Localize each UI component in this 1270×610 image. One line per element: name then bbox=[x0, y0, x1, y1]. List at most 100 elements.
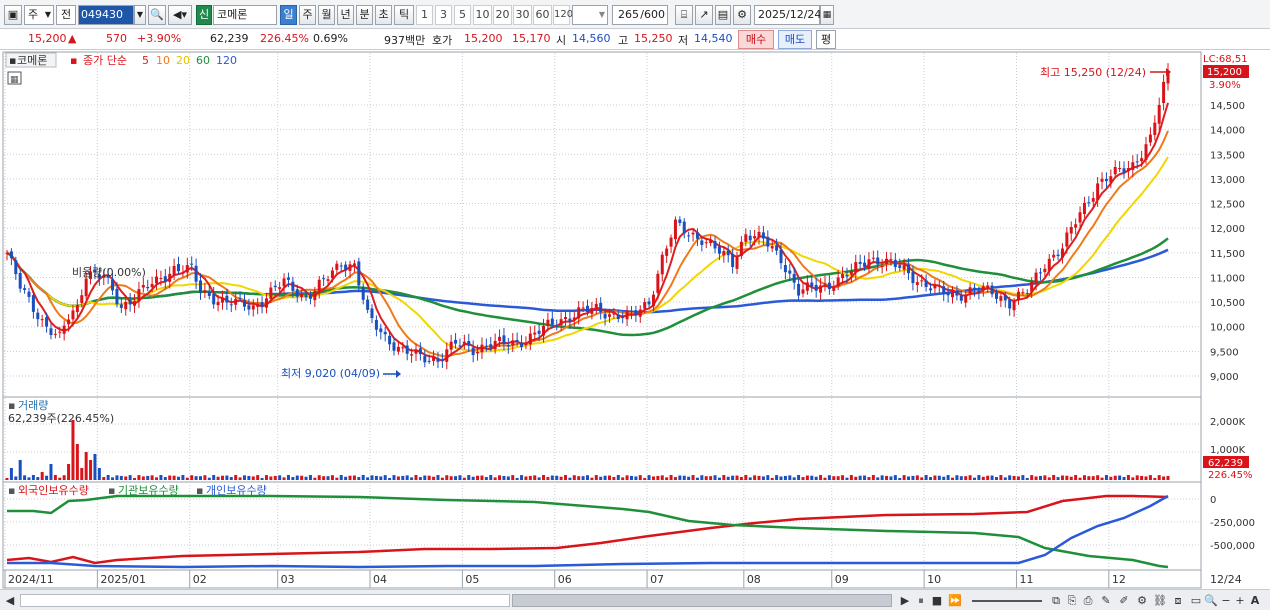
candle-body bbox=[282, 278, 286, 287]
copy-icon[interactable]: ⎘ bbox=[1064, 593, 1080, 608]
bar-count-field[interactable]: 265/600 bbox=[612, 5, 668, 25]
fast-forward-icon[interactable]: ⏩ bbox=[946, 593, 964, 608]
minute-5-button[interactable]: 5 bbox=[454, 5, 471, 25]
indicator-icon[interactable]: ↗ bbox=[695, 5, 713, 25]
period-type-select[interactable]: 주 ▼ bbox=[24, 5, 54, 25]
candle-body bbox=[656, 273, 660, 293]
search-icon[interactable]: 🔍 bbox=[148, 5, 166, 25]
chart-svg[interactable]: ▪ 코메론 ▪ 종가 단순 5 10 20 60 120 ▦ 최고 15,250… bbox=[0, 51, 1270, 589]
candle-body bbox=[229, 304, 233, 306]
volume-bar bbox=[155, 477, 159, 480]
volume-bar bbox=[981, 476, 985, 480]
candle-body bbox=[484, 345, 488, 347]
auto-scale-button[interactable]: A bbox=[1248, 593, 1262, 608]
candle-body bbox=[335, 263, 339, 270]
interval-second-button[interactable]: 초 bbox=[375, 5, 392, 25]
volume-ratio: 226.45% bbox=[260, 32, 309, 45]
candle-type-icon[interactable]: ⌸ bbox=[675, 5, 693, 25]
volume-bar bbox=[111, 477, 115, 480]
zoom-search-icon[interactable]: 🔍 bbox=[1204, 593, 1218, 608]
zoom-out-icon[interactable]: − bbox=[1220, 593, 1232, 608]
candle-body bbox=[920, 280, 924, 282]
buy-button[interactable]: 매수 bbox=[738, 30, 774, 49]
minute-20-button[interactable]: 20 bbox=[493, 5, 512, 25]
candle-body bbox=[427, 360, 431, 362]
interval-tick-button[interactable]: 틱 bbox=[394, 5, 414, 25]
save-icon[interactable]: ▤ bbox=[715, 5, 731, 25]
volume-bar bbox=[999, 475, 1003, 480]
capture-icon[interactable]: ⧈ bbox=[1170, 593, 1186, 608]
minute-120-button[interactable]: 120 bbox=[553, 5, 573, 25]
chart-menu-icon[interactable]: ▣ bbox=[4, 5, 22, 25]
price-y-label: 11,000 bbox=[1210, 273, 1245, 284]
avg-button[interactable]: 평 bbox=[816, 30, 836, 49]
candle-body bbox=[1012, 301, 1016, 311]
window-icon[interactable]: ▭ bbox=[1188, 593, 1204, 608]
volume-bar bbox=[515, 477, 519, 480]
scrollbar-thumb[interactable] bbox=[512, 594, 892, 607]
gear-icon[interactable]: ⚙ bbox=[733, 5, 751, 25]
candle-body bbox=[973, 287, 976, 290]
interval-year-button[interactable]: 년 bbox=[337, 5, 354, 25]
zoom-in-icon[interactable]: + bbox=[1234, 593, 1246, 608]
calendar-icon[interactable]: ▦ bbox=[820, 5, 834, 25]
print-icon[interactable]: ⎙ bbox=[1080, 593, 1096, 608]
date-field[interactable]: 2025/12/24 bbox=[754, 5, 821, 25]
candle-body bbox=[1065, 232, 1069, 247]
candle-body bbox=[827, 282, 831, 290]
candle-body bbox=[146, 286, 150, 289]
volume-bar bbox=[40, 472, 44, 480]
minute-30-button[interactable]: 30 bbox=[513, 5, 532, 25]
volume-bar bbox=[1135, 475, 1139, 480]
custom-interval-select[interactable]: ▼ bbox=[572, 5, 608, 25]
volume-bar bbox=[946, 475, 950, 480]
volume-bar bbox=[722, 475, 726, 480]
candle-body bbox=[788, 270, 792, 274]
stock-name-field[interactable]: 코메론 bbox=[213, 5, 277, 25]
draw-icon[interactable]: ✐ bbox=[1116, 593, 1132, 608]
candle-body bbox=[858, 261, 862, 264]
minute-60-button[interactable]: 60 bbox=[533, 5, 552, 25]
volume-bar bbox=[344, 476, 348, 480]
layout-icon[interactable]: ⧉ bbox=[1048, 593, 1064, 608]
candle-body bbox=[352, 263, 356, 266]
stock-code-input[interactable]: 049430 bbox=[78, 5, 134, 25]
interval-month-button[interactable]: 월 bbox=[318, 5, 335, 25]
minute-10-button[interactable]: 10 bbox=[473, 5, 492, 25]
candle-body bbox=[5, 252, 9, 254]
settings-icon[interactable]: ⚙ bbox=[1134, 593, 1150, 608]
candle-body bbox=[370, 308, 374, 318]
code-dropdown-icon[interactable]: ▼ bbox=[134, 5, 146, 25]
scroll-left-icon[interactable]: ◀ bbox=[3, 593, 17, 608]
candle-body bbox=[1008, 299, 1012, 309]
sell-button[interactable]: 매도 bbox=[778, 30, 812, 49]
minute-1-button[interactable]: 1 bbox=[416, 5, 433, 25]
scrollbar-track[interactable] bbox=[20, 594, 510, 607]
candle-body bbox=[885, 258, 889, 265]
link-icon[interactable]: ⛓ bbox=[1152, 593, 1168, 608]
volume-bar bbox=[520, 475, 524, 480]
legend-ma-prefix: 종가 단순 bbox=[83, 54, 127, 67]
minute-3-button[interactable]: 3 bbox=[435, 5, 452, 25]
market-type-button[interactable]: 전 bbox=[56, 5, 76, 25]
volume-bar bbox=[190, 475, 194, 480]
volume-bar bbox=[959, 476, 963, 480]
x-axis-label: 12 bbox=[1112, 573, 1126, 586]
low-annotation: 최저 9,020 (04/09) bbox=[281, 367, 380, 380]
volume-bar bbox=[915, 475, 919, 480]
candle-body bbox=[141, 285, 145, 288]
pause-icon[interactable]: ⏸ bbox=[914, 593, 928, 608]
speaker-icon[interactable]: ◀▾ bbox=[168, 5, 192, 25]
interval-minute-button[interactable]: 분 bbox=[356, 5, 373, 25]
volume-bar bbox=[181, 475, 185, 480]
tools-icon[interactable]: ✎ bbox=[1098, 593, 1114, 608]
interval-day-button[interactable]: 일 bbox=[280, 5, 297, 25]
interval-week-button[interactable]: 주 bbox=[299, 5, 316, 25]
play-icon[interactable]: ▶ bbox=[898, 593, 912, 608]
stop-icon[interactable]: ■ bbox=[930, 593, 944, 608]
volume-bar bbox=[1025, 477, 1029, 480]
zoom-slider[interactable] bbox=[972, 600, 1042, 602]
candle-body bbox=[555, 326, 559, 328]
candle-body bbox=[405, 345, 409, 354]
candle-body bbox=[489, 344, 493, 348]
